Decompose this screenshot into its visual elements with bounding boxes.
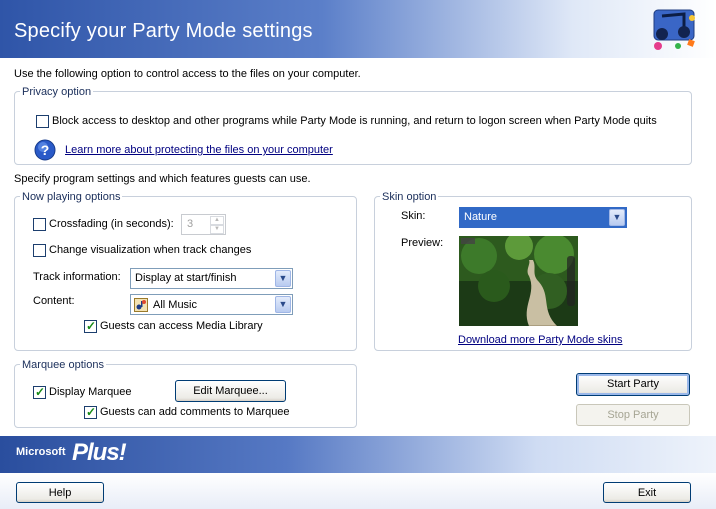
stepper-up-icon[interactable]: ▲ — [210, 216, 224, 225]
crossfading-value: 3 — [187, 218, 194, 230]
chevron-down-icon[interactable]: ▼ — [275, 296, 291, 313]
guests-library-label[interactable]: Guests can access Media Library — [100, 320, 263, 332]
display-marquee-label[interactable]: Display Marquee — [49, 386, 132, 398]
skin-select[interactable]: Nature ▼ — [459, 207, 627, 228]
guests-library-checkbox[interactable] — [84, 319, 97, 333]
track-info-select[interactable]: Display at start/finish ▼ — [130, 268, 293, 289]
chevron-down-icon[interactable]: ▼ — [275, 270, 291, 287]
block-access-checkbox[interactable] — [36, 115, 49, 128]
music-library-icon — [134, 298, 148, 312]
marquee-comments-label[interactable]: Guests can add comments to Marquee — [100, 406, 290, 418]
track-info-value: Display at start/finish — [135, 272, 237, 284]
exit-button[interactable]: Exit — [603, 482, 691, 503]
download-skins-link[interactable]: Download more Party Mode skins — [458, 334, 622, 346]
learn-more-link[interactable]: Learn more about protecting the files on… — [65, 144, 333, 156]
crossfading-checkbox[interactable] — [33, 218, 46, 231]
skin-preview-image — [459, 236, 578, 326]
visualization-label[interactable]: Change visualization when track changes — [49, 244, 251, 256]
page-title: Specify your Party Mode settings — [14, 20, 313, 42]
preview-label: Preview: — [401, 237, 444, 249]
skin-legend: Skin option — [380, 191, 439, 203]
content-select[interactable]: All Music ▼ — [130, 294, 293, 315]
now-playing-legend: Now playing options — [20, 191, 123, 203]
brand-plus: Plus! — [72, 439, 127, 466]
question-icon: ? — [34, 139, 56, 161]
visualization-checkbox[interactable] — [33, 244, 46, 257]
start-party-button[interactable]: Start Party — [576, 373, 690, 396]
chevron-down-icon[interactable]: ▼ — [609, 209, 625, 226]
display-marquee-checkbox[interactable] — [33, 385, 46, 399]
content-value: All Music — [153, 299, 198, 311]
intro-text: Use the following option to control acce… — [14, 68, 361, 80]
marquee-comments-checkbox[interactable] — [84, 405, 97, 419]
block-access-label[interactable]: Block access to desktop and other progra… — [52, 115, 657, 127]
edit-marquee-button[interactable]: Edit Marquee... — [175, 380, 286, 402]
privacy-legend: Privacy option — [20, 86, 94, 98]
stop-party-button[interactable]: Stop Party — [576, 404, 690, 426]
skin-value: Nature — [464, 211, 498, 223]
skin-label: Skin: — [401, 210, 426, 222]
track-info-label: Track information: — [33, 271, 121, 283]
brand-microsoft: Microsoft — [16, 446, 66, 458]
help-button[interactable]: Help — [16, 482, 104, 503]
party-mode-logo-icon — [648, 6, 700, 54]
settings-text: Specify program settings and which featu… — [14, 173, 311, 185]
svg-text:?: ? — [41, 142, 50, 158]
stepper-down-icon[interactable]: ▼ — [210, 225, 224, 234]
content-label: Content: — [33, 295, 75, 307]
marquee-legend: Marquee options — [20, 359, 106, 371]
crossfading-label[interactable]: Crossfading (in seconds): — [49, 218, 174, 230]
crossfading-stepper[interactable]: 3 ▲ ▼ — [181, 214, 226, 235]
